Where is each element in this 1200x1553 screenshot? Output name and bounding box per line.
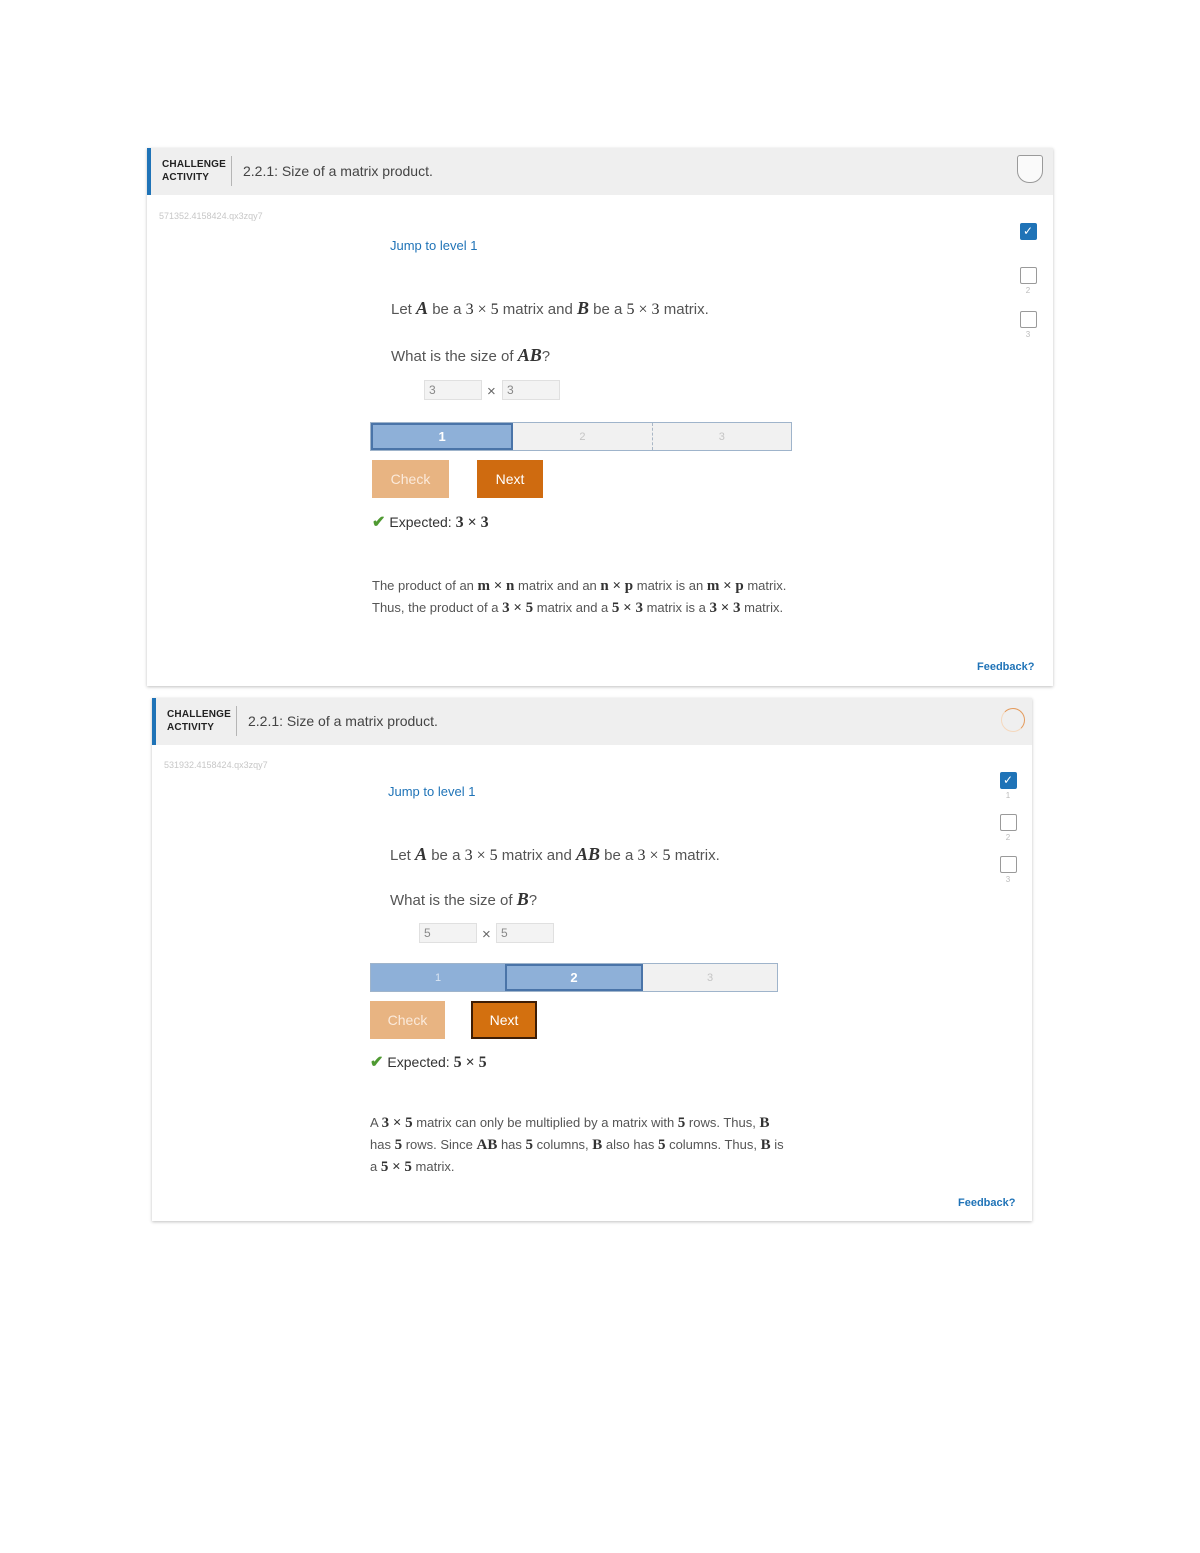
level-segment-3[interactable]: 3: [651, 423, 791, 450]
challenge-activity-card-2: CHALLENGE ACTIVITY 2.2.1: Size of a matr…: [152, 698, 1032, 1221]
level-segment-1[interactable]: 1: [371, 423, 514, 450]
activity-title: 2.2.1: Size of a matrix product.: [243, 163, 433, 179]
level-check-3[interactable]: 3: [999, 856, 1017, 885]
level-check-1[interactable]: ✓ 1: [999, 772, 1017, 801]
checked-box-icon: ✓: [999, 772, 1017, 789]
activity-header: CHALLENGE ACTIVITY 2.2.1: Size of a matr…: [152, 698, 1032, 745]
jump-to-level-link[interactable]: Jump to level 1: [390, 238, 477, 253]
feedback-link[interactable]: Feedback?: [977, 661, 1034, 673]
check-button[interactable]: Check: [370, 1001, 445, 1039]
jump-to-level-link[interactable]: Jump to level 1: [388, 784, 475, 799]
times-symbol: ×: [482, 926, 491, 943]
level-segment-2[interactable]: 2: [505, 964, 643, 991]
feedback-link[interactable]: Feedback?: [958, 1197, 1015, 1209]
header-divider: [231, 156, 232, 186]
level-check-1[interactable]: ✓ 1: [1019, 223, 1037, 252]
activity-type-label: CHALLENGE ACTIVITY: [167, 709, 232, 733]
cols-answer-input[interactable]: [496, 923, 554, 943]
level-segment-1[interactable]: 1: [371, 964, 505, 991]
checkmark-icon: ✔: [372, 514, 386, 531]
times-symbol: ×: [487, 383, 496, 400]
question-statement: Let A be a 3 × 5 matrix and B be a 5 × 3…: [391, 298, 709, 318]
level-check-number: 3: [1025, 330, 1031, 339]
level-check-3[interactable]: 3: [1019, 311, 1037, 340]
question-statement: Let A be a 3 × 5 matrix and AB be a 3 × …: [390, 844, 720, 864]
check-button[interactable]: Check: [372, 460, 449, 498]
expected-answer: ✔ Expected: 3 × 3: [372, 514, 489, 531]
activity-header: CHALLENGE ACTIVITY 2.2.1: Size of a matr…: [147, 148, 1053, 195]
solution-explanation: A 3 × 5 matrix can only be multiplied by…: [370, 1115, 784, 1175]
expected-answer: ✔ Expected: 5 × 5: [370, 1054, 487, 1071]
header-divider: [236, 706, 237, 736]
level-check-number: 2: [1025, 286, 1031, 295]
level-check-2[interactable]: 2: [999, 814, 1017, 843]
unchecked-box-icon: [1019, 267, 1037, 284]
rows-answer-input[interactable]: [419, 923, 477, 943]
checked-box-icon: ✓: [1019, 223, 1037, 240]
next-button[interactable]: Next: [471, 1001, 537, 1039]
level-check-number: 1: [1005, 791, 1011, 800]
challenge-activity-card-1: CHALLENGE ACTIVITY 2.2.1: Size of a matr…: [147, 148, 1053, 686]
progress-spinner-icon: [1001, 708, 1025, 732]
unchecked-box-icon: [999, 814, 1017, 831]
level-segment-3[interactable]: 3: [643, 964, 777, 991]
level-progress-bar: 1 2 3: [370, 963, 778, 992]
level-check-2[interactable]: 2: [1019, 267, 1037, 296]
level-progress-bar: 1 2 3: [370, 422, 792, 451]
level-check-number: 2: [1005, 833, 1011, 842]
rows-answer-input[interactable]: [424, 380, 482, 400]
level-segment-2[interactable]: 2: [513, 423, 652, 450]
checkmark-icon: ✔: [370, 1054, 384, 1071]
question-prompt: What is the size of B?: [390, 889, 538, 909]
completion-badge-icon: [1017, 155, 1043, 183]
next-button[interactable]: Next: [477, 460, 543, 498]
activity-title: 2.2.1: Size of a matrix product.: [248, 713, 438, 729]
solution-explanation: The product of an m × n matrix and an n …: [372, 578, 787, 616]
cols-answer-input[interactable]: [502, 380, 560, 400]
question-prompt: What is the size of AB?: [391, 345, 551, 365]
unchecked-box-icon: [1019, 311, 1037, 328]
level-check-number: 3: [1005, 875, 1011, 884]
level-check-number: 1: [1026, 242, 1030, 252]
activity-id: 571352.4158424.qx3zqy7: [159, 211, 263, 221]
activity-type-label: CHALLENGE ACTIVITY: [162, 159, 227, 183]
unchecked-box-icon: [999, 856, 1017, 873]
activity-id: 531932.4158424.qx3zqy7: [164, 760, 268, 770]
